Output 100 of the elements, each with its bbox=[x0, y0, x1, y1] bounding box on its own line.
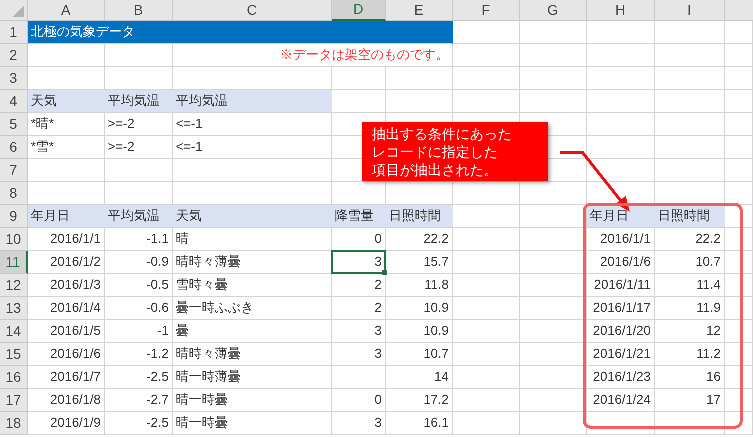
table-cell: 2 bbox=[332, 297, 386, 320]
empty-cell bbox=[520, 228, 587, 251]
row-header[interactable]: 5 bbox=[0, 113, 28, 136]
empty-cell bbox=[655, 136, 725, 159]
row-header[interactable]: 2 bbox=[0, 44, 28, 67]
table-cell: *雪* bbox=[28, 136, 105, 159]
table-cell: 10.9 bbox=[386, 297, 453, 320]
table-cell: <=-1 bbox=[173, 113, 332, 136]
table-cell: >=-2 bbox=[105, 113, 173, 136]
callout-text: 抽出する条件にあった bbox=[372, 125, 512, 143]
column-header[interactable]: G bbox=[520, 0, 587, 21]
row-header[interactable]: 3 bbox=[0, 67, 28, 90]
table-cell: >=-2 bbox=[105, 136, 173, 159]
column-header[interactable]: D bbox=[332, 0, 386, 21]
table-cell: 14 bbox=[386, 366, 453, 389]
empty-cell bbox=[725, 274, 753, 297]
empty-cell bbox=[655, 159, 725, 182]
table-cell: 2016/1/5 bbox=[28, 320, 105, 343]
empty-cell bbox=[520, 297, 587, 320]
empty-cell bbox=[655, 67, 725, 90]
table-cell: 2016/1/1 bbox=[28, 228, 105, 251]
empty-cell bbox=[453, 67, 520, 90]
header-cell: 年月日 bbox=[587, 205, 655, 228]
empty-cell bbox=[520, 182, 587, 205]
note-text: ※データは架空のものです。 bbox=[173, 44, 453, 67]
sheet-title: 北極の気象データ bbox=[28, 21, 453, 44]
empty-cell bbox=[520, 67, 587, 90]
table-cell: 晴一時曇 bbox=[173, 389, 332, 412]
row-header[interactable]: 6 bbox=[0, 136, 28, 159]
column-header[interactable]: E bbox=[386, 0, 453, 21]
row-header[interactable]: 7 bbox=[0, 159, 28, 182]
empty-cell bbox=[386, 67, 453, 90]
row-header[interactable]: 18 bbox=[0, 412, 28, 435]
table-cell: 22.2 bbox=[655, 228, 725, 251]
empty-cell bbox=[453, 182, 520, 205]
table-cell: 2016/1/11 bbox=[587, 274, 655, 297]
empty-cell bbox=[453, 320, 520, 343]
column-header[interactable]: I bbox=[655, 0, 725, 21]
column-header[interactable]: C bbox=[173, 0, 332, 21]
header-cell: 平均気温 bbox=[105, 205, 173, 228]
empty-cell bbox=[453, 343, 520, 366]
empty-cell bbox=[520, 251, 587, 274]
empty-cell bbox=[655, 90, 725, 113]
table-cell: 2016/1/9 bbox=[28, 412, 105, 435]
table-cell: -2.7 bbox=[105, 389, 173, 412]
table-cell: -0.9 bbox=[105, 251, 173, 274]
empty-cell bbox=[655, 44, 725, 67]
empty-cell bbox=[453, 389, 520, 412]
row-header[interactable]: 8 bbox=[0, 182, 28, 205]
table-cell: 16 bbox=[655, 366, 725, 389]
table-cell: 雪時々曇 bbox=[173, 274, 332, 297]
table-cell: 22.2 bbox=[386, 228, 453, 251]
row-header[interactable]: 12 bbox=[0, 274, 28, 297]
table-cell: 2016/1/24 bbox=[587, 389, 655, 412]
empty-cell bbox=[725, 412, 753, 435]
row-header[interactable]: 11 bbox=[0, 251, 28, 274]
table-cell: 3 bbox=[332, 343, 386, 366]
empty-cell bbox=[453, 412, 520, 435]
table-cell: 2016/1/6 bbox=[28, 343, 105, 366]
header-cell: 平均気温 bbox=[173, 90, 332, 113]
row-header[interactable]: 16 bbox=[0, 366, 28, 389]
table-cell: 11.2 bbox=[655, 343, 725, 366]
empty-cell bbox=[725, 90, 753, 113]
row-header[interactable]: 13 bbox=[0, 297, 28, 320]
empty-cell bbox=[725, 136, 753, 159]
row-header[interactable]: 14 bbox=[0, 320, 28, 343]
column-header[interactable]: H bbox=[587, 0, 655, 21]
table-cell: 0 bbox=[332, 389, 386, 412]
table-cell: 晴 bbox=[173, 228, 332, 251]
table-cell: 晴一時薄曇 bbox=[173, 366, 332, 389]
empty-cell bbox=[520, 412, 587, 435]
row-header[interactable]: 9 bbox=[0, 205, 28, 228]
callout-text: 項目が抽出された。 bbox=[372, 161, 498, 179]
empty-cell bbox=[520, 343, 587, 366]
table-cell: 10.7 bbox=[655, 251, 725, 274]
row-header[interactable]: 15 bbox=[0, 343, 28, 366]
table-cell: -0.6 bbox=[105, 297, 173, 320]
row-header[interactable]: 17 bbox=[0, 389, 28, 412]
row-header[interactable]: 1 bbox=[0, 21, 28, 44]
column-header[interactable]: B bbox=[105, 0, 173, 21]
empty-cell bbox=[453, 251, 520, 274]
table-cell: 2016/1/17 bbox=[587, 297, 655, 320]
table-cell: 2016/1/8 bbox=[28, 389, 105, 412]
column-header[interactable]: A bbox=[28, 0, 105, 21]
table-cell: 2016/1/20 bbox=[587, 320, 655, 343]
table-cell: 15.7 bbox=[386, 251, 453, 274]
table-cell: -1 bbox=[105, 320, 173, 343]
empty-cell bbox=[725, 228, 753, 251]
row-header[interactable]: 10 bbox=[0, 228, 28, 251]
table-cell: -1.1 bbox=[105, 228, 173, 251]
table-cell: 2016/1/21 bbox=[587, 343, 655, 366]
empty-cell bbox=[725, 44, 753, 67]
header-cell: 平均気温 bbox=[105, 90, 173, 113]
empty-cell bbox=[587, 412, 655, 435]
table-cell: -2.5 bbox=[105, 366, 173, 389]
empty-cell bbox=[725, 389, 753, 412]
column-header[interactable]: F bbox=[453, 0, 520, 21]
table-cell: 3 bbox=[332, 412, 386, 435]
header-cell: 日照時間 bbox=[655, 205, 725, 228]
row-header[interactable]: 4 bbox=[0, 90, 28, 113]
